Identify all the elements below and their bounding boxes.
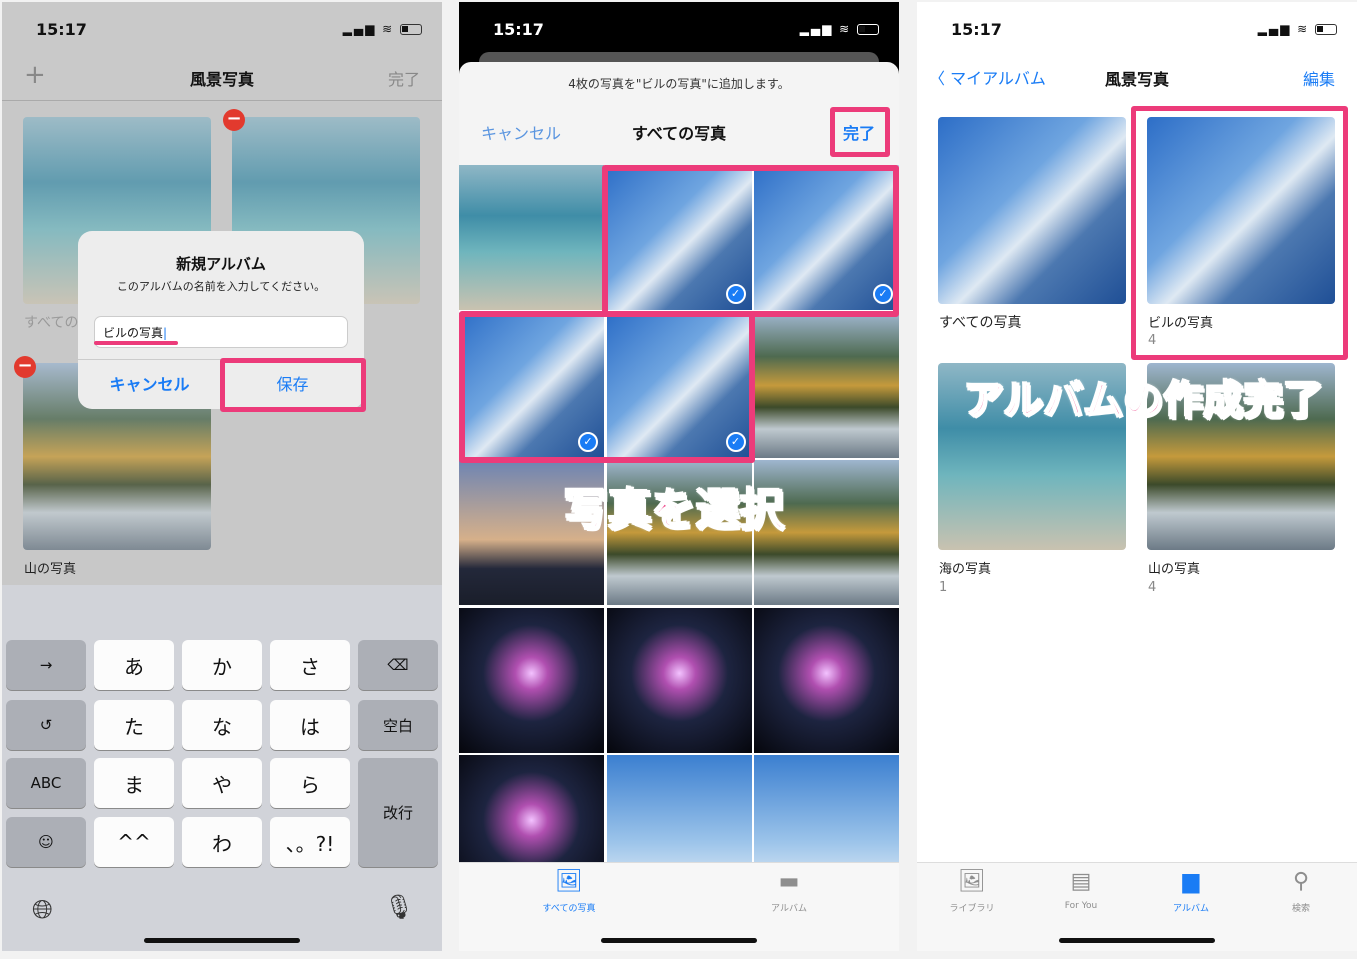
status-icons: ▂▄▆ ≋ [800, 22, 879, 36]
key[interactable]: → [6, 640, 86, 690]
tab-label: For You [1064, 901, 1098, 911]
for-you-icon: ▤ [1070, 869, 1092, 894]
selection-highlight [602, 165, 899, 317]
header-message: 4枚の写真を"ビルの写真"に追加します。 [568, 77, 790, 91]
photo-cell[interactable] [459, 607, 604, 753]
album-count: 4 [1148, 580, 1157, 595]
selection-highlight [459, 311, 755, 463]
key[interactable]: ま [94, 758, 174, 808]
key[interactable]: ↺ [6, 700, 86, 750]
input-value: ビルの写真 [103, 326, 164, 340]
save-highlight [220, 358, 366, 412]
search-icon: ⚲ [1292, 869, 1310, 894]
key[interactable]: ABC [6, 758, 86, 808]
photo-cell[interactable] [754, 312, 899, 458]
key[interactable]: あ [94, 640, 174, 690]
edit-button[interactable]: 編集 [1303, 66, 1335, 90]
photo-cell[interactable] [459, 755, 604, 862]
key[interactable]: ^^ [94, 817, 174, 867]
cancel-button[interactable]: キャンセル [78, 371, 221, 395]
tab-albums[interactable]: ▆ アルバム [1151, 869, 1231, 914]
key[interactable]: や [182, 758, 262, 808]
tab-label: アルバム [771, 904, 807, 914]
key[interactable]: か [182, 640, 262, 690]
nav-title: 風景写真 [1104, 70, 1169, 89]
delete-icon[interactable]: − [14, 356, 36, 378]
album-caption: 山の写真 [24, 562, 77, 577]
albums-screen: 15:17 ▂▄▆ ≋ 〈 マイアルバム 風景写真 編集 すべての写真 ビルの写… [917, 2, 1357, 951]
album-name: 山の写真 [1148, 562, 1201, 577]
key[interactable]: た [94, 700, 174, 750]
key[interactable]: ら [270, 758, 350, 808]
status-time: 15:17 [493, 20, 544, 39]
annotation-select-photos: 写真を選択 [563, 484, 785, 537]
tab-albums[interactable]: ▬ アルバム [749, 869, 829, 914]
album-thumb-all[interactable] [938, 117, 1126, 304]
battery-icon [400, 24, 422, 35]
photo-cell[interactable] [754, 607, 899, 753]
new-album-highlight [1131, 106, 1348, 360]
photo-cell[interactable] [754, 755, 899, 862]
key[interactable]: さ [270, 640, 350, 690]
underline-highlight [94, 341, 178, 345]
home-indicator [144, 938, 300, 943]
dialog-title: 新規アルバム [176, 255, 266, 273]
dialog-message: このアルバムの名前を入力してください。 [116, 280, 326, 293]
photo-icon: 🖼︎ [555, 869, 583, 894]
tab-bar: 🖼︎ ライブラリ ▤ For You ▆ アルバム ⚲ 検索 [917, 862, 1357, 951]
tab-library[interactable]: 🖼︎ ライブラリ [932, 869, 1012, 914]
key[interactable]: 改行 [358, 758, 438, 867]
home-indicator [601, 938, 757, 943]
tab-label: ライブラリ [949, 904, 995, 914]
status-icons: ▂▄▆ ≋ [1258, 22, 1337, 36]
photo-cell[interactable] [459, 165, 604, 310]
done-highlight [830, 107, 890, 157]
status-time: 15:17 [36, 20, 87, 39]
key[interactable]: 、。?! [270, 817, 350, 867]
photo-picker-screen: 15:17 ▂▄▆ ≋ 4枚の写真を"ビルの写真"に追加します。 キャンセル す… [459, 2, 899, 951]
done-button[interactable]: 完了 [388, 66, 420, 90]
battery-icon [857, 24, 879, 35]
key[interactable]: な [182, 700, 262, 750]
album-name: すべての写真 [939, 315, 1022, 331]
tab-label: アルバム [1173, 904, 1209, 914]
album-icon: ▆ [1182, 869, 1200, 894]
microphone-icon[interactable]: 🎙︎ [384, 893, 414, 921]
home-indicator [1059, 938, 1215, 943]
photo-cell[interactable] [606, 607, 752, 753]
keyboard: 🌐︎ 🎙︎ → あかさ ⌫ ↺ たなは空白 ABC まやら改行 ☺ ^^ わ、。?! [2, 585, 442, 951]
annotation-album-created: アルバムの作成完了 [963, 377, 1325, 425]
album-icon: ▬ [778, 869, 800, 894]
key[interactable]: わ [182, 817, 262, 867]
tab-search[interactable]: ⚲ 検索 [1261, 869, 1341, 914]
tab-for-you[interactable]: ▤ For You [1041, 869, 1121, 911]
tab-label: 検索 [1291, 904, 1310, 914]
album-name: 海の写真 [939, 562, 992, 577]
photo-cell[interactable] [606, 755, 752, 862]
globe-icon[interactable]: 🌐︎ [32, 895, 53, 926]
battery-icon [1315, 24, 1337, 35]
album-count: 1 [939, 580, 948, 595]
status-icons: ▂▄▆ ≋ [343, 22, 422, 36]
tab-label: すべての写真 [542, 904, 596, 914]
status-time: 15:17 [951, 20, 1002, 39]
key[interactable]: は [270, 700, 350, 750]
create-album-screen: 15:17 ▂▄▆ ≋ + 風景写真 完了 − すべての写真 − 山の写真 新規… [2, 2, 442, 951]
delete-icon[interactable]: − [223, 109, 245, 131]
key[interactable]: 空白 [358, 700, 438, 750]
key[interactable]: ☺ [6, 817, 86, 867]
nav-title: 風景写真 [189, 70, 254, 89]
tab-bar: 🖼︎ すべての写真 ▬ アルバム [459, 862, 899, 951]
library-icon: 🖼︎ [958, 869, 986, 894]
key[interactable]: ⌫ [358, 640, 438, 690]
tab-all-photos[interactable]: 🖼︎ すべての写真 [529, 869, 609, 914]
